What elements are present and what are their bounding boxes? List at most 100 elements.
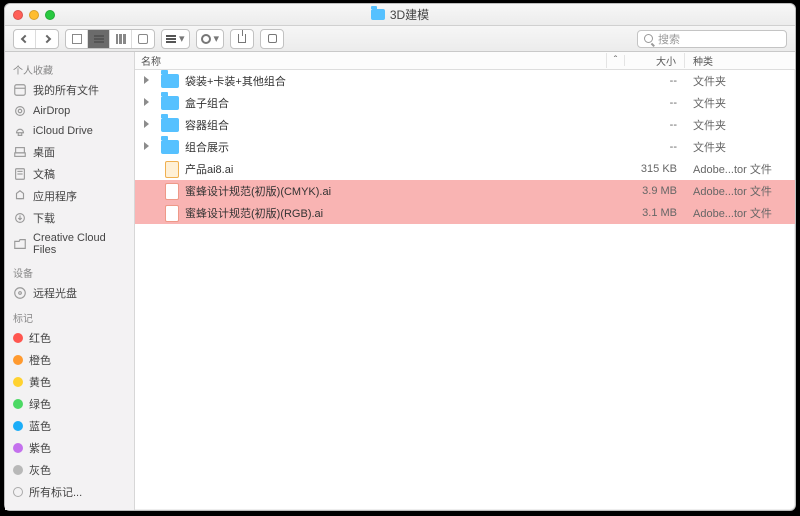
action-menu[interactable]: ▾ [196, 29, 225, 49]
sidebar-icon [13, 124, 27, 138]
disclosure-triangle[interactable] [139, 119, 153, 131]
tag-dot-icon [13, 487, 23, 497]
column-name[interactable]: 名称 [135, 53, 607, 68]
folder-icon [161, 118, 179, 132]
view-columns-button[interactable] [110, 30, 132, 48]
sidebar-item-label: 绿色 [29, 396, 51, 412]
file-icon [165, 183, 179, 200]
file-kind: 文件夹 [685, 139, 795, 155]
column-size[interactable]: 大小 [625, 53, 685, 68]
sidebar-item[interactable]: 下载 [5, 207, 134, 229]
disclosure-triangle[interactable] [139, 75, 153, 87]
sidebar-item-label: 远程光盘 [33, 285, 77, 301]
file-icon [165, 205, 179, 222]
sidebar-item[interactable]: 我的所有文件 [5, 79, 134, 101]
table-row[interactable]: 组合展示--文件夹 [135, 136, 795, 158]
back-button[interactable] [14, 30, 36, 48]
folder-icon [371, 9, 385, 20]
table-row[interactable]: 袋装+卡装+其他组合--文件夹 [135, 70, 795, 92]
sidebar-tag[interactable]: 绿色 [5, 393, 134, 415]
sidebar-item-label: 桌面 [33, 144, 55, 160]
sidebar-icon [13, 189, 27, 203]
tag-dot-icon [13, 465, 23, 475]
view-icon-button[interactable] [66, 30, 88, 48]
sidebar-section-tags: 标记 [5, 304, 134, 327]
sidebar-tag[interactable]: 红色 [5, 327, 134, 349]
column-sort-indicator[interactable]: ˆ [607, 55, 625, 66]
tag-dot-icon [13, 355, 23, 365]
sidebar-item-label: 黄色 [29, 374, 51, 390]
table-row[interactable]: 盒子组合--文件夹 [135, 92, 795, 114]
sidebar-tag[interactable]: 紫色 [5, 437, 134, 459]
sidebar-item[interactable]: 应用程序 [5, 185, 134, 207]
file-name: 蜜蜂设计规范(初版)(RGB).ai [185, 205, 323, 221]
tag-dot-icon [13, 399, 23, 409]
sidebar-item-label: 蓝色 [29, 418, 51, 434]
file-kind: 文件夹 [685, 117, 795, 133]
sidebar: 个人收藏 我的所有文件AirDropiCloud Drive桌面文稿应用程序下载… [5, 52, 135, 510]
forward-button[interactable] [36, 30, 58, 48]
disclosure-triangle[interactable] [139, 97, 153, 109]
file-name: 组合展示 [185, 139, 229, 155]
file-size: 315 KB [607, 163, 685, 175]
file-kind: Adobe...tor 文件 [685, 205, 795, 221]
view-list-button[interactable] [88, 30, 110, 48]
sidebar-tag[interactable]: 黄色 [5, 371, 134, 393]
chevron-right-icon [43, 34, 51, 42]
table-row[interactable]: · 产品ai8.ai 315 KBAdobe...tor 文件 [135, 158, 795, 180]
sidebar-item[interactable]: 远程光盘 [5, 282, 134, 304]
sidebar-item-label: 橙色 [29, 352, 51, 368]
toolbar: ▾ ▾ 搜索 [5, 26, 795, 52]
spacer: · [139, 207, 153, 219]
sidebar-item[interactable]: iCloud Drive [5, 121, 134, 141]
sidebar-item[interactable]: Creative Cloud Files [5, 229, 134, 259]
sidebar-tag[interactable]: 橙色 [5, 349, 134, 371]
sidebar-item[interactable]: 桌面 [5, 141, 134, 163]
share-button[interactable] [230, 29, 254, 49]
file-kind: 文件夹 [685, 95, 795, 111]
sidebar-item-label: 红色 [29, 330, 51, 346]
file-size: -- [607, 75, 685, 87]
column-kind[interactable]: 种类 [685, 53, 795, 68]
folder-icon [161, 74, 179, 88]
file-kind: Adobe...tor 文件 [685, 183, 795, 199]
view-coverflow-button[interactable] [132, 30, 154, 48]
file-name: 蜜蜂设计规范(初版)(CMYK).ai [185, 183, 331, 199]
table-row[interactable]: ·蜜蜂设计规范(初版)(CMYK).ai3.9 MBAdobe...tor 文件 [135, 180, 795, 202]
sidebar-item[interactable]: AirDrop [5, 101, 134, 121]
sidebar-item-label: 应用程序 [33, 188, 77, 204]
nav-buttons [13, 29, 59, 49]
tag-dot-icon [13, 421, 23, 431]
disclosure-triangle[interactable] [139, 141, 153, 153]
sidebar-icon [13, 237, 27, 251]
file-size: 3.9 MB [607, 185, 685, 197]
sidebar-item-label: 我的所有文件 [33, 82, 99, 98]
tag-icon [268, 34, 277, 43]
sidebar-icon [13, 104, 27, 118]
sidebar-tag[interactable]: 蓝色 [5, 415, 134, 437]
sidebar-item[interactable]: 文稿 [5, 163, 134, 185]
titlebar[interactable]: 3D建模 [5, 4, 795, 26]
file-kind: Adobe...tor 文件 [685, 161, 795, 177]
window-title: 3D建模 [5, 6, 795, 23]
sidebar-tag[interactable]: 灰色 [5, 459, 134, 481]
sidebar-icon [13, 83, 27, 97]
sidebar-item-label: 所有标记... [29, 484, 82, 500]
file-name: 容器组合 [185, 117, 229, 133]
sidebar-item-label: iCloud Drive [33, 125, 93, 137]
sidebar-tag[interactable]: 所有标记... [5, 481, 134, 503]
tags-button[interactable] [260, 29, 284, 49]
search-field[interactable]: 搜索 [637, 30, 787, 48]
view-switcher [65, 29, 155, 49]
spacer: · [139, 163, 153, 175]
file-icon [165, 161, 179, 178]
disc-icon [13, 286, 27, 300]
folder-icon [161, 140, 179, 154]
chevron-left-icon [20, 34, 28, 42]
table-row[interactable]: ·蜜蜂设计规范(初版)(RGB).ai3.1 MBAdobe...tor 文件 [135, 202, 795, 224]
arrange-menu[interactable]: ▾ [161, 29, 190, 49]
table-row[interactable]: 容器组合--文件夹 [135, 114, 795, 136]
file-list: 名称 ˆ 大小 种类 袋装+卡装+其他组合--文件夹盒子组合--文件夹容器组合-… [135, 52, 795, 510]
file-name: 产品ai8.ai [185, 161, 233, 177]
window-title-label: 3D建模 [390, 6, 429, 23]
